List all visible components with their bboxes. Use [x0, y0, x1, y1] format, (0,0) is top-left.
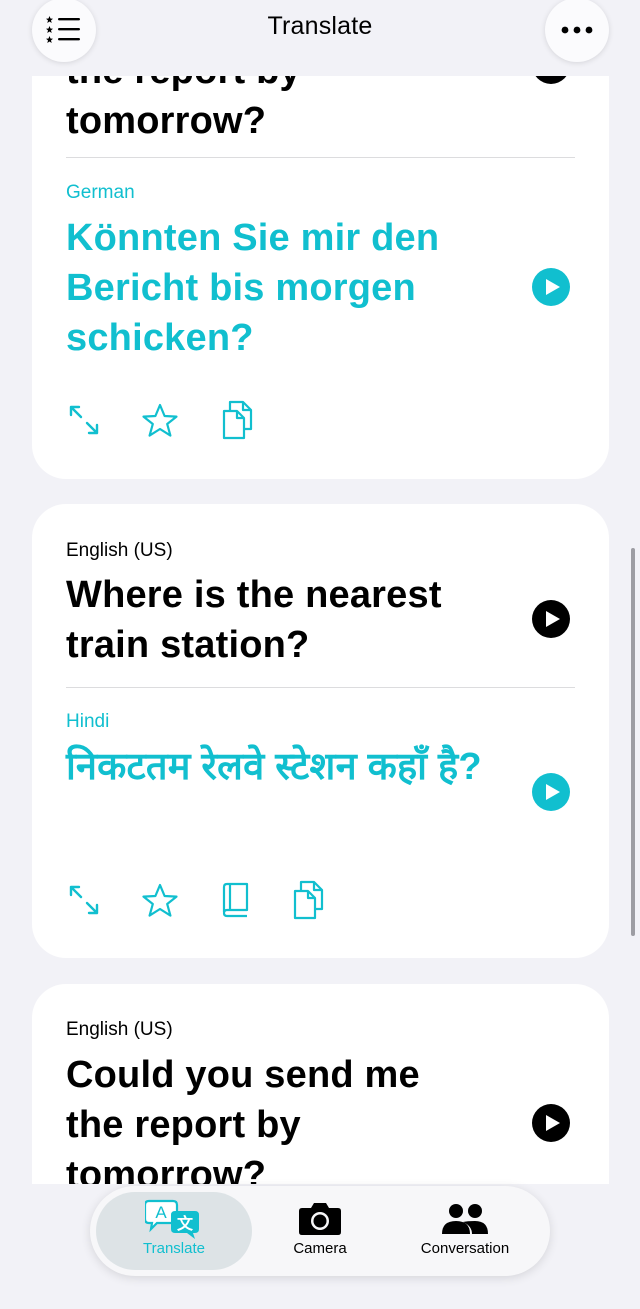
camera-icon [298, 1192, 342, 1238]
more-button[interactable] [545, 0, 609, 62]
translate-icon: A 文 [145, 1192, 203, 1239]
source-text[interactable]: Could you send me the report by tomorrow… [66, 1050, 466, 1200]
scrollbar[interactable] [631, 548, 635, 936]
tab-translate[interactable]: A 文 Translate [96, 1192, 252, 1270]
navigation-bar: Translate [0, 0, 640, 76]
copy-icon[interactable] [217, 400, 257, 440]
play-translation-button[interactable] [532, 773, 570, 811]
source-text[interactable]: Where is the nearest train station? [66, 570, 486, 670]
ellipsis-icon [561, 26, 593, 34]
expand-icon[interactable] [64, 880, 104, 920]
translation-card: English (US) Where is the nearest train … [32, 504, 609, 958]
page-title: Translate [267, 12, 373, 40]
people-icon [441, 1192, 489, 1238]
copy-icon[interactable] [288, 880, 328, 920]
tab-label: Translate [143, 1240, 205, 1257]
tab-camera[interactable]: Camera [270, 1192, 370, 1270]
source-language-label: English (US) [66, 540, 173, 561]
star-icon[interactable] [140, 881, 180, 921]
play-source-button[interactable] [532, 1104, 570, 1142]
star-icon[interactable] [140, 401, 180, 441]
translated-text[interactable]: Könnten Sie mir den Bericht bis morgen s… [66, 213, 486, 363]
svg-text:文: 文 [177, 1214, 194, 1233]
play-source-button[interactable] [532, 600, 570, 638]
tab-label: Camera [293, 1240, 347, 1257]
expand-icon[interactable] [64, 400, 104, 440]
tab-conversation[interactable]: Conversation [400, 1192, 530, 1270]
target-language-label: Hindi [66, 711, 110, 732]
play-translation-button[interactable] [532, 268, 570, 306]
dictionary-icon[interactable] [215, 880, 255, 920]
divider [66, 687, 575, 688]
tab-bar: A 文 Translate Camera Conversation [90, 1186, 550, 1276]
tab-label: Conversation [420, 1240, 510, 1257]
source-language-label: English (US) [66, 1019, 173, 1040]
svg-text:A: A [155, 1203, 167, 1222]
divider [66, 157, 575, 158]
target-language-label: German [66, 182, 135, 203]
translated-text[interactable]: निकटतम रेलवे स्टेशन कहाँ है? [66, 742, 496, 792]
